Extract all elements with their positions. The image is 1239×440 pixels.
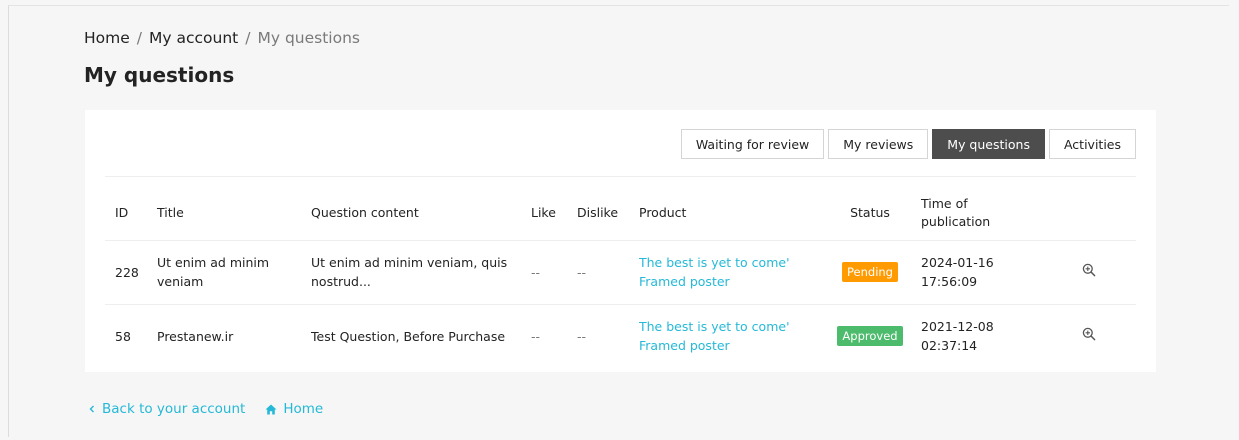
home-link-label: Home	[283, 401, 324, 417]
cell-actions	[1041, 303, 1136, 368]
publication-date: 2021-12-08	[921, 319, 994, 335]
breadcrumb-current: My questions	[257, 29, 360, 47]
home-icon	[265, 404, 277, 414]
cell-time: 2021-12-08 02:37:14	[911, 303, 1041, 368]
column-header-status: Status	[850, 205, 890, 221]
column-header-actions	[1041, 177, 1136, 240]
cell-title: Prestanew.ir	[147, 303, 301, 368]
publication-time: 02:37:14	[921, 338, 978, 354]
tab-my-questions[interactable]: My questions	[932, 129, 1045, 159]
publication-date: 2024-01-16	[921, 255, 994, 270]
cell-product: The best is yet to come' Framed poster	[629, 239, 829, 304]
time-header-label: Time of publication	[921, 196, 991, 230]
product-link[interactable]: The best is yet to come' Framed poster	[639, 317, 809, 355]
breadcrumb-account-link[interactable]: My account	[149, 29, 238, 47]
back-to-account-link[interactable]: Back to your account	[88, 401, 245, 417]
cell-content: Test Question, Before Purchase	[301, 303, 521, 368]
column-header-dislike: Dislike	[577, 205, 619, 221]
chevron-left-icon	[89, 405, 94, 413]
publication-time: 17:56:09	[921, 274, 978, 289]
page-title: My questions	[84, 63, 235, 87]
product-link[interactable]: The best is yet to come' Framed poster	[639, 253, 809, 291]
back-to-account-label: Back to your account	[102, 401, 246, 417]
cell-like: --	[521, 303, 567, 368]
questions-card: Waiting for review My reviews My questio…	[85, 110, 1156, 372]
home-link[interactable]: Home	[265, 401, 323, 417]
breadcrumb-home-link[interactable]: Home	[84, 29, 130, 47]
questions-table: ID Title Question content Like Dislike P…	[105, 177, 1136, 368]
question-content: Ut enim ad minim veniam, quis nostrud...	[311, 255, 508, 289]
footer-links: Back to your account Home	[88, 401, 323, 417]
breadcrumb: Home / My account / My questions	[84, 29, 360, 47]
cell-product: The best is yet to come' Framed poster	[629, 303, 829, 368]
table-row: 58 Prestanew.ir Test Question, Before Pu…	[105, 303, 1136, 368]
column-header-title: Title	[157, 205, 184, 221]
question-title: Ut enim ad minim veniam	[157, 255, 270, 289]
table-header-row: ID Title Question content Like Dislike P…	[105, 177, 1136, 240]
cell-time: 2024-01-16 17:56:09	[911, 239, 1041, 304]
tab-waiting-for-review[interactable]: Waiting for review	[680, 129, 825, 159]
tab-bar: Waiting for review My reviews My questio…	[677, 129, 1136, 159]
cell-like: --	[521, 239, 567, 304]
cell-dislike: --	[567, 239, 629, 304]
cell-status: Approved	[829, 303, 911, 368]
cell-actions	[1041, 239, 1136, 304]
zoom-in-icon[interactable]	[1082, 327, 1096, 341]
cell-status: Pending	[829, 239, 911, 304]
cell-dislike: --	[567, 303, 629, 368]
column-header-id: ID	[115, 205, 129, 221]
cell-id: 58	[105, 303, 147, 368]
column-header-product: Product	[639, 205, 687, 221]
column-header-time-of-publication: Time of publication	[911, 177, 1041, 240]
table-row: 228 Ut enim ad minim veniam Ut enim ad m…	[105, 239, 1136, 304]
breadcrumb-separator: /	[245, 29, 251, 47]
breadcrumb-separator: /	[136, 29, 143, 47]
cell-id: 228	[105, 239, 147, 304]
status-badge: Approved	[837, 326, 903, 347]
tab-my-reviews[interactable]: My reviews	[828, 129, 929, 159]
column-header-question-content: Question content	[311, 205, 419, 221]
cell-content: Ut enim ad minim veniam, quis nostrud...	[301, 239, 521, 304]
tab-activities[interactable]: Activities	[1048, 129, 1136, 159]
status-badge: Pending	[842, 262, 898, 282]
zoom-in-icon[interactable]	[1082, 263, 1096, 277]
column-header-like: Like	[531, 205, 556, 221]
cell-title: Ut enim ad minim veniam	[147, 239, 301, 304]
